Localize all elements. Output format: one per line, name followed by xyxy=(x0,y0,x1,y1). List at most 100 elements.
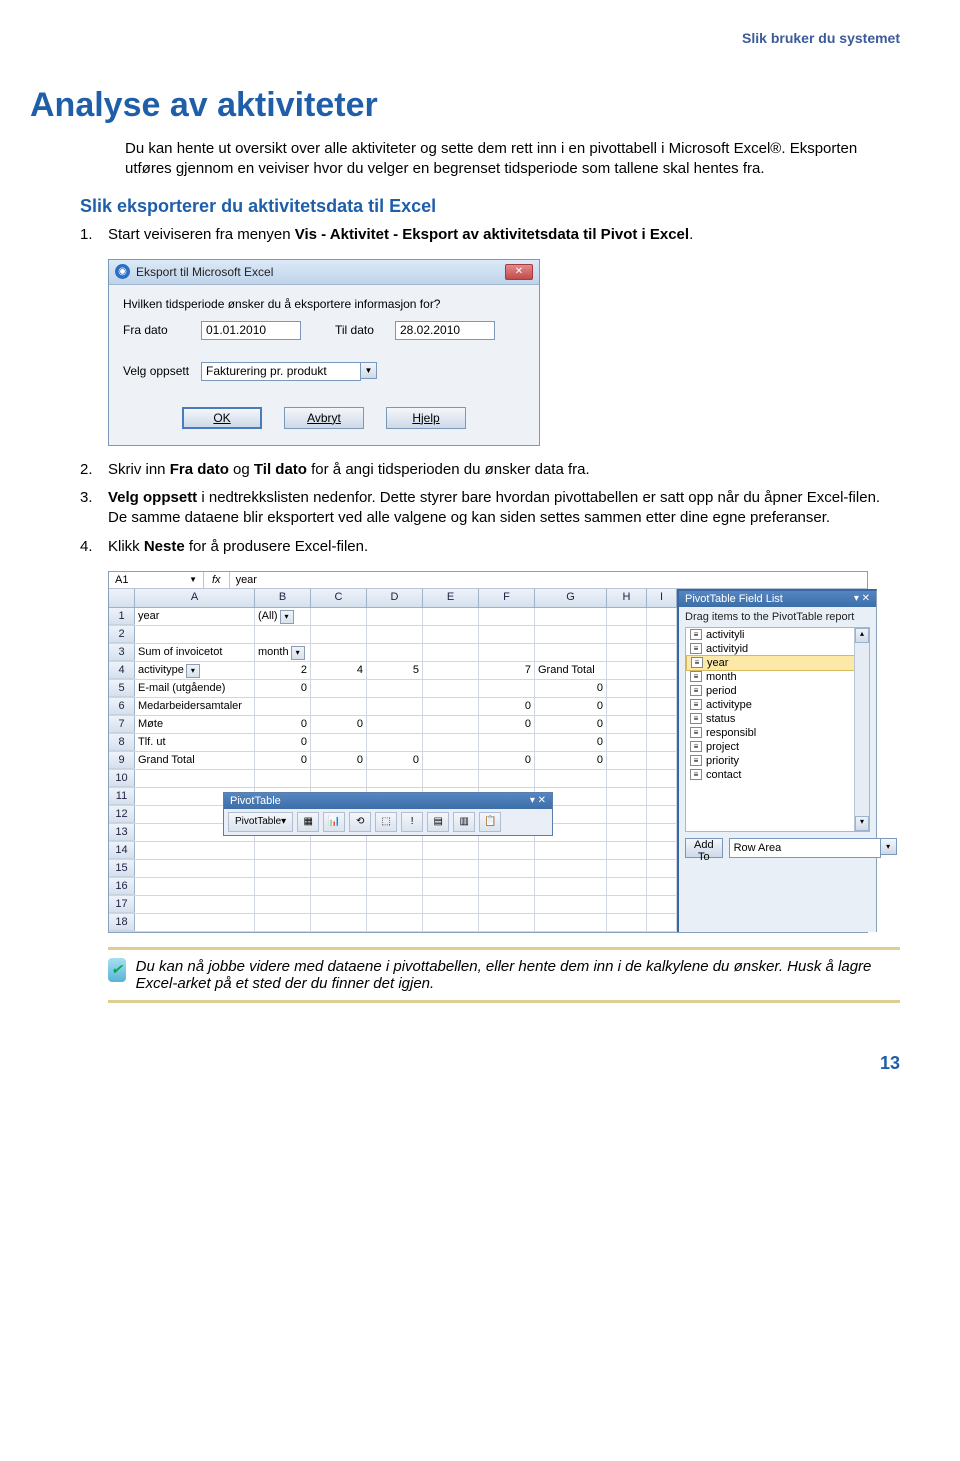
cell[interactable] xyxy=(255,770,311,787)
cell[interactable] xyxy=(135,626,255,643)
cell[interactable] xyxy=(607,662,647,679)
cell[interactable] xyxy=(423,716,479,733)
cell[interactable] xyxy=(311,680,367,697)
cell[interactable]: 4 xyxy=(311,662,367,679)
formula-value[interactable]: year xyxy=(230,572,867,588)
cell[interactable] xyxy=(535,644,607,661)
cell[interactable] xyxy=(647,626,677,643)
cell[interactable]: 0 xyxy=(479,698,535,715)
row-header[interactable]: 7 xyxy=(109,716,135,733)
cell[interactable] xyxy=(255,860,311,877)
add-to-button[interactable]: Add To xyxy=(685,838,723,858)
cell[interactable] xyxy=(135,878,255,895)
cell[interactable] xyxy=(423,698,479,715)
cell[interactable] xyxy=(135,770,255,787)
pivottable-toolbar[interactable]: PivotTable ▾ ✕ PivotTable ▾ ▦ 📊 ⟲ ⬚ ! ▤ … xyxy=(223,792,553,836)
cell[interactable]: Grand Total xyxy=(535,662,607,679)
cell[interactable] xyxy=(367,896,423,913)
col-header[interactable]: H xyxy=(607,589,647,607)
cell[interactable] xyxy=(311,842,367,859)
cell[interactable]: 0 xyxy=(535,752,607,769)
cell[interactable] xyxy=(479,608,535,625)
chevron-down-icon[interactable]: ▼ xyxy=(361,362,377,379)
cell[interactable] xyxy=(647,914,677,931)
toolbar-icon[interactable]: ▦ xyxy=(297,812,319,832)
from-date-input[interactable] xyxy=(201,321,301,340)
cell[interactable] xyxy=(479,842,535,859)
to-date-input[interactable] xyxy=(395,321,495,340)
cell[interactable] xyxy=(367,608,423,625)
chevron-down-icon[interactable]: ▼ xyxy=(189,575,197,584)
cell[interactable] xyxy=(423,644,479,661)
cell[interactable] xyxy=(535,896,607,913)
cell[interactable]: 0 xyxy=(311,752,367,769)
cell[interactable] xyxy=(607,896,647,913)
cell[interactable] xyxy=(607,824,647,841)
cell[interactable] xyxy=(647,644,677,661)
cell[interactable] xyxy=(311,878,367,895)
cell[interactable] xyxy=(647,680,677,697)
col-header[interactable]: D xyxy=(367,589,423,607)
fx-label[interactable]: fx xyxy=(204,572,230,588)
cell[interactable] xyxy=(311,914,367,931)
cell[interactable] xyxy=(607,680,647,697)
chevron-down-icon[interactable]: ▾ xyxy=(881,838,897,855)
row-header[interactable]: 2 xyxy=(109,626,135,643)
cell[interactable] xyxy=(647,806,677,823)
cell[interactable] xyxy=(647,860,677,877)
cell[interactable] xyxy=(311,860,367,877)
cell[interactable] xyxy=(479,680,535,697)
cell[interactable]: 0 xyxy=(535,680,607,697)
cell[interactable] xyxy=(647,608,677,625)
area-select[interactable] xyxy=(729,838,881,858)
toolbar-icon[interactable]: ▤ xyxy=(427,812,449,832)
toolbar-icon[interactable]: ⟲ xyxy=(349,812,371,832)
row-header[interactable]: 9 xyxy=(109,752,135,769)
cell[interactable] xyxy=(647,896,677,913)
cell[interactable]: year xyxy=(135,608,255,625)
cell[interactable] xyxy=(311,734,367,751)
cell[interactable] xyxy=(311,770,367,787)
row-header[interactable]: 16 xyxy=(109,878,135,895)
cell[interactable] xyxy=(255,878,311,895)
field-item[interactable]: ≡status xyxy=(686,712,869,726)
cell[interactable] xyxy=(255,626,311,643)
filter-dropdown-icon[interactable]: ▾ xyxy=(291,646,305,660)
cell[interactable] xyxy=(647,788,677,805)
cell[interactable] xyxy=(479,644,535,661)
cell[interactable] xyxy=(607,626,647,643)
cell[interactable] xyxy=(311,608,367,625)
cell[interactable] xyxy=(367,842,423,859)
toolbar-icon[interactable]: 📊 xyxy=(323,812,345,832)
cell[interactable] xyxy=(535,860,607,877)
col-header[interactable]: G xyxy=(535,589,607,607)
close-icon[interactable]: ✕ xyxy=(505,264,533,280)
cell[interactable] xyxy=(479,896,535,913)
cell[interactable]: E-mail (utgående) xyxy=(135,680,255,697)
cell[interactable] xyxy=(607,698,647,715)
cell[interactable]: month▾ xyxy=(255,644,311,661)
cell[interactable]: activitype▾ xyxy=(135,662,255,679)
col-header[interactable]: C xyxy=(311,589,367,607)
cell[interactable]: Tlf. ut xyxy=(135,734,255,751)
field-item[interactable]: ≡year xyxy=(686,655,869,671)
field-item[interactable]: ≡project xyxy=(686,740,869,754)
cell[interactable] xyxy=(367,878,423,895)
cell[interactable]: 0 xyxy=(535,698,607,715)
cell[interactable] xyxy=(607,806,647,823)
cell[interactable] xyxy=(367,770,423,787)
cell[interactable] xyxy=(367,860,423,877)
cell[interactable] xyxy=(311,644,367,661)
cell[interactable]: 0 xyxy=(479,752,535,769)
cell[interactable] xyxy=(607,770,647,787)
cell[interactable]: 0 xyxy=(255,752,311,769)
cell[interactable] xyxy=(423,842,479,859)
cell[interactable] xyxy=(535,842,607,859)
cell[interactable]: Møte xyxy=(135,716,255,733)
col-header[interactable]: E xyxy=(423,589,479,607)
cell[interactable] xyxy=(535,770,607,787)
cell[interactable] xyxy=(367,716,423,733)
col-header[interactable]: B xyxy=(255,589,311,607)
cell[interactable] xyxy=(535,608,607,625)
cell[interactable] xyxy=(367,698,423,715)
